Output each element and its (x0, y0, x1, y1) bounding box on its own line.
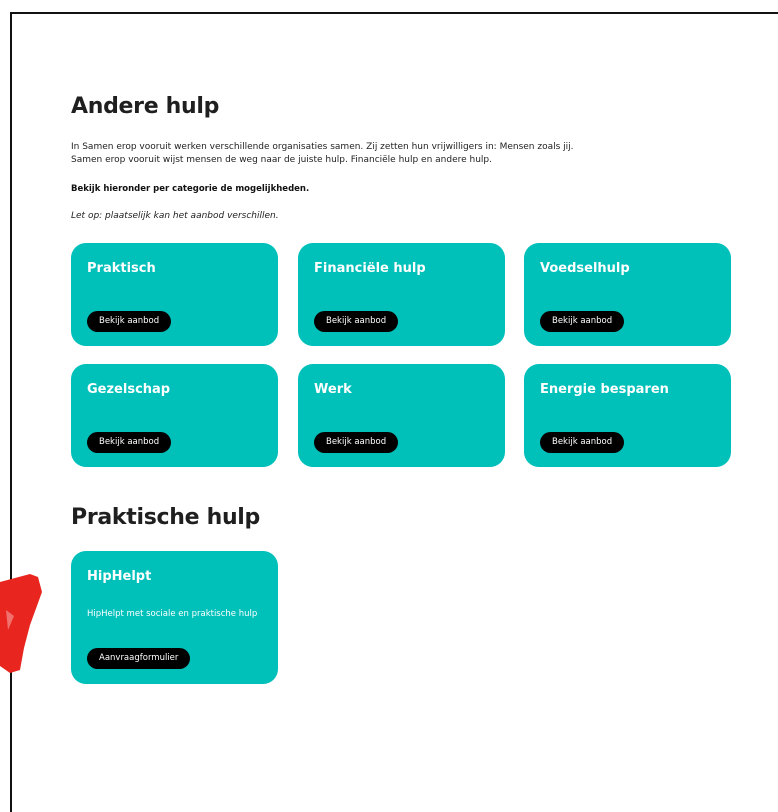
bekijk-aanbod-button[interactable]: Bekijk aanbod (87, 311, 172, 332)
category-card-gezelschap: Gezelschap Bekijk aanbod (71, 364, 278, 467)
section-title-andere-hulp: Andere hulp (71, 94, 220, 119)
hiphelpt-card: HipHelpt HipHelpt met sociale en praktis… (71, 551, 278, 684)
local-offer-note: Let op: plaatselijk kan het aanbod versc… (71, 211, 279, 221)
card-title: Praktisch (87, 261, 156, 276)
red-brush-stroke-arrow-icon (0, 574, 42, 673)
category-card-praktisch: Praktisch Bekijk aanbod (71, 243, 278, 346)
category-card-energie-besparen: Energie besparen Bekijk aanbod (524, 364, 731, 467)
aanvraagformulier-button[interactable]: Aanvraagformulier (87, 648, 191, 669)
bekijk-aanbod-button[interactable]: Bekijk aanbod (540, 432, 625, 453)
card-description: HipHelpt met sociale en praktische hulp (87, 609, 258, 619)
bekijk-aanbod-button[interactable]: Bekijk aanbod (87, 432, 172, 453)
category-card-werk: Werk Bekijk aanbod (298, 364, 505, 467)
section-title-praktische-hulp: Praktische hulp (71, 505, 260, 530)
category-card-voedselhulp: Voedselhulp Bekijk aanbod (524, 243, 731, 346)
card-title: HipHelpt (87, 569, 152, 584)
intro-line-2: Samen erop vooruit wijst mensen de weg n… (71, 155, 493, 165)
card-title: Energie besparen (540, 382, 669, 397)
card-title: Voedselhulp (540, 261, 630, 276)
card-title: Werk (314, 382, 352, 397)
intro-line-1: In Samen erop vooruit werken verschillen… (71, 142, 574, 152)
bekijk-aanbod-button[interactable]: Bekijk aanbod (314, 432, 399, 453)
category-card-financiele-hulp: Financiële hulp Bekijk aanbod (298, 243, 505, 346)
card-title: Gezelschap (87, 382, 171, 397)
categories-instruction: Bekijk hieronder per categorie de mogeli… (71, 184, 310, 194)
intro-text: In Samen erop vooruit werken verschillen… (71, 141, 631, 167)
bekijk-aanbod-button[interactable]: Bekijk aanbod (540, 311, 625, 332)
bekijk-aanbod-button[interactable]: Bekijk aanbod (314, 311, 399, 332)
card-title: Financiële hulp (314, 261, 426, 276)
